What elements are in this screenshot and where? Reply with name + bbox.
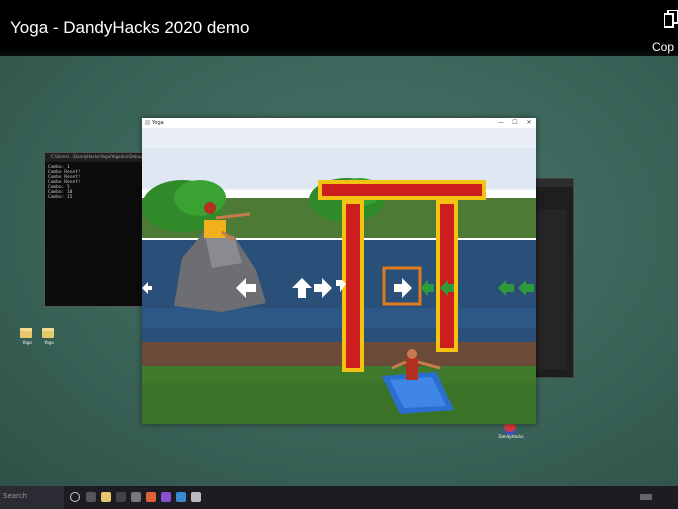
game-window-title: Yoga xyxy=(152,120,164,126)
taskbar-search-box[interactable]: Search xyxy=(0,486,64,509)
video-title[interactable]: Yoga - DandyHacks 2020 demo xyxy=(10,18,249,38)
desktop-icon-yoga-2[interactable]: Yoga xyxy=(42,328,56,352)
river-light xyxy=(142,308,536,328)
visual-studio-icon[interactable] xyxy=(161,492,171,502)
bush-left-2 xyxy=(174,180,226,216)
search-placeholder: Search xyxy=(3,492,28,500)
yogi-rock-body xyxy=(204,220,226,238)
yogi-rock-head xyxy=(204,202,216,214)
console-output: Combo: 1 Combo Reset! Combo Reset! Combo… xyxy=(48,165,81,200)
near-grass-speckle xyxy=(142,383,536,424)
desktop-icon-dandyhacks[interactable]: DandyHacks xyxy=(498,422,524,444)
desktop-icon-yoga-1[interactable]: Yoga xyxy=(20,328,34,352)
gate-top-beam-pattern xyxy=(322,184,482,196)
player-head xyxy=(407,349,417,359)
taskbar-app-icon[interactable] xyxy=(86,492,96,502)
system-tray-icon[interactable] xyxy=(640,494,652,500)
desktop-icon-label: Yoga xyxy=(44,340,54,345)
game-window[interactable]: Yoga — ☐ ✕ xyxy=(142,118,536,424)
ide-titlebar[interactable] xyxy=(533,179,573,187)
desktop-icon-label: Yoga xyxy=(22,340,32,345)
gate-left-pillar-pattern xyxy=(346,204,360,368)
file-explorer-icon[interactable] xyxy=(101,492,111,502)
console-titlebar[interactable]: C:\Users\...\DandyHacks\Yoga\Yoga\bin\De… xyxy=(45,153,162,162)
maximize-icon[interactable]: ☐ xyxy=(508,119,522,127)
console-window[interactable]: C:\Users\...\DandyHacks\Yoga\Yoga\bin\De… xyxy=(44,152,162,307)
near-dirt-bank xyxy=(142,342,536,370)
gate-right-pillar-pattern xyxy=(440,204,454,348)
minimize-icon[interactable]: — xyxy=(494,119,508,127)
taskbar-app-icon[interactable] xyxy=(131,492,141,502)
game-canvas[interactable] xyxy=(142,128,536,424)
close-icon[interactable]: ✕ xyxy=(522,119,536,127)
folder-icon xyxy=(42,328,54,338)
window-app-icon xyxy=(145,120,150,125)
desktop-icon-label: DandyHacks xyxy=(498,434,524,439)
taskbar-app-icon[interactable] xyxy=(176,492,186,502)
copy-icon[interactable] xyxy=(664,10,678,28)
folder-icon xyxy=(20,328,32,338)
task-view-icon[interactable] xyxy=(70,492,80,502)
firefox-icon[interactable] xyxy=(146,492,156,502)
ide-panel xyxy=(537,209,567,369)
player-body xyxy=(406,358,418,380)
taskbar-app-icon[interactable] xyxy=(116,492,126,502)
game-titlebar[interactable]: Yoga — ☐ ✕ xyxy=(142,118,536,128)
taskbar: Search xyxy=(0,486,678,509)
ide-window[interactable] xyxy=(532,178,574,378)
taskbar-app-icon[interactable] xyxy=(191,492,201,502)
copy-link-label[interactable]: Cop xyxy=(652,40,674,54)
